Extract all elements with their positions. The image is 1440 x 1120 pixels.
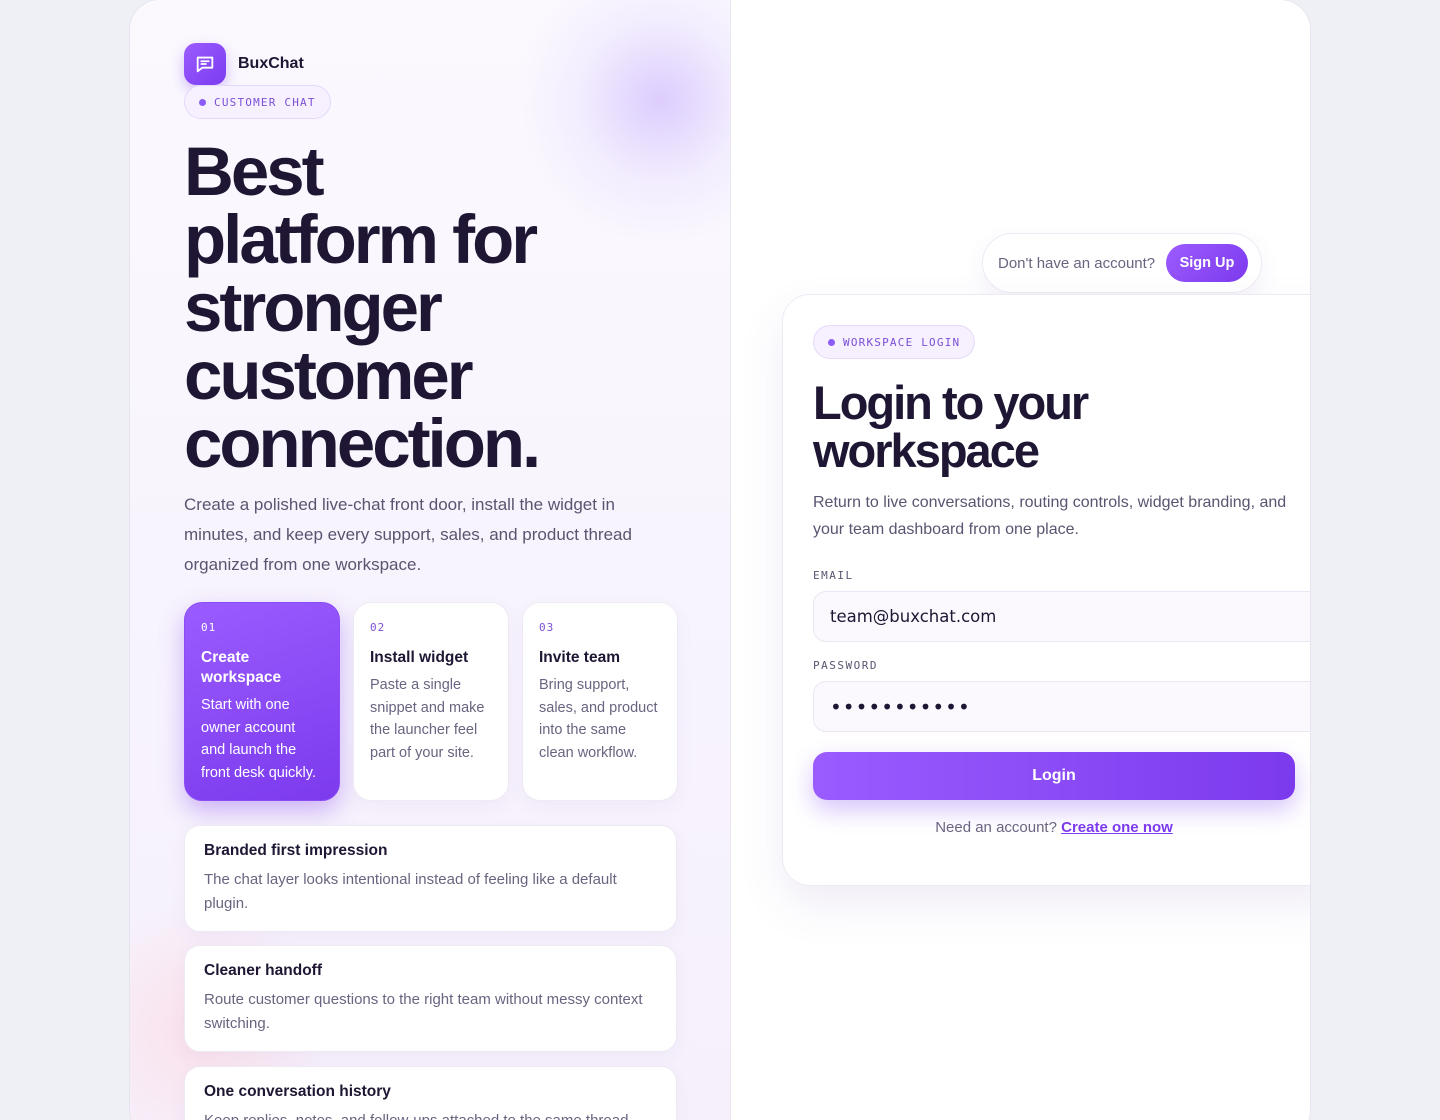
feature-card: Branded first impression The chat layer …	[184, 825, 677, 932]
badge-label: CUSTOMER CHAT	[214, 95, 316, 109]
steps-row: 01 Create workspace Start with one owner…	[184, 602, 678, 801]
badge-dot	[828, 338, 835, 346]
signup-text: Don't have an account?	[998, 254, 1156, 272]
login-title-line: Login to your	[813, 376, 1089, 429]
login-title: Login to your workspace	[813, 379, 1213, 475]
hero-line: platform for	[184, 201, 538, 278]
marketing-panel: BuxChat CUSTOMER CHAT Best platform for …	[130, 0, 731, 1120]
step-card-create-workspace[interactable]: 01 Create workspace Start with one owner…	[184, 602, 340, 801]
step-card-invite-team[interactable]: 03 Invite team Bring support, sales, and…	[522, 602, 678, 801]
feature-description: The chat layer looks intentional instead…	[204, 871, 617, 912]
feature-description: Keep replies, notes, and follow-ups atta…	[204, 1109, 657, 1120]
feature-title: Branded first impression	[204, 842, 388, 859]
hero-line: connection.	[184, 405, 541, 482]
login-button[interactable]: Login	[813, 752, 1295, 800]
password-label: PASSWORD	[813, 659, 878, 672]
hero-heading: Best platform for stronger customer conn…	[184, 133, 614, 482]
step-description: Start with one owner account and launch …	[201, 697, 316, 781]
workspace-login-badge: WORKSPACE LOGIN	[813, 325, 976, 359]
step-number: 03	[539, 621, 555, 634]
email-label: EMAIL	[813, 569, 854, 582]
step-card-install-widget[interactable]: 02 Install widget Paste a single snippet…	[353, 602, 509, 801]
step-number: 01	[201, 621, 217, 634]
step-title: Invite team	[539, 649, 620, 666]
app-frame: BuxChat CUSTOMER CHAT Best platform for …	[130, 0, 1310, 1120]
login-subtitle: Return to live conversations, routing co…	[813, 494, 1287, 538]
hero-line: stronger	[184, 269, 443, 346]
login-card: WORKSPACE LOGIN Login to your workspace …	[782, 294, 1310, 886]
login-title-line: workspace	[813, 424, 1040, 477]
step-title: Install widget	[370, 649, 469, 666]
chat-bubble-icon	[184, 43, 226, 85]
login-panel: Don't have an account? Sign Up WORKSPACE…	[732, 0, 1310, 1120]
hero-line: Best	[184, 133, 325, 210]
customer-chat-badge: CUSTOMER CHAT	[184, 85, 331, 119]
create-account-link[interactable]: Create one now	[1061, 819, 1173, 836]
step-description: Bring support, sales, and product into t…	[539, 677, 658, 761]
brand[interactable]: BuxChat	[184, 43, 304, 85]
feature-description: Route customer questions to the right te…	[204, 991, 643, 1032]
email-field[interactable]: team@buxchat.com	[813, 591, 1310, 642]
sign-up-button[interactable]: Sign Up	[1166, 244, 1248, 282]
password-field[interactable]: •••••••••••	[813, 681, 1310, 732]
need-account-text: Need an account? Create one now	[813, 819, 1295, 836]
hero-description: Create a polished live-chat front door, …	[184, 495, 632, 574]
hero-line: customer	[184, 337, 474, 414]
brand-name: BuxChat	[238, 55, 304, 72]
step-title: Create workspace	[201, 649, 282, 686]
step-number: 02	[370, 621, 386, 634]
signup-prompt: Don't have an account? Sign Up	[982, 233, 1262, 293]
feature-card: Cleaner handoff Route customer questions…	[184, 945, 677, 1052]
feature-title: One conversation history	[204, 1083, 391, 1100]
feature-title: Cleaner handoff	[204, 962, 322, 979]
need-account-label: Need an account?	[935, 819, 1057, 836]
feature-card: One conversation history Keep replies, n…	[184, 1066, 677, 1120]
badge-label: WORKSPACE LOGIN	[843, 335, 961, 349]
badge-dot	[199, 98, 206, 106]
step-description: Paste a single snippet and make the laun…	[370, 677, 485, 761]
